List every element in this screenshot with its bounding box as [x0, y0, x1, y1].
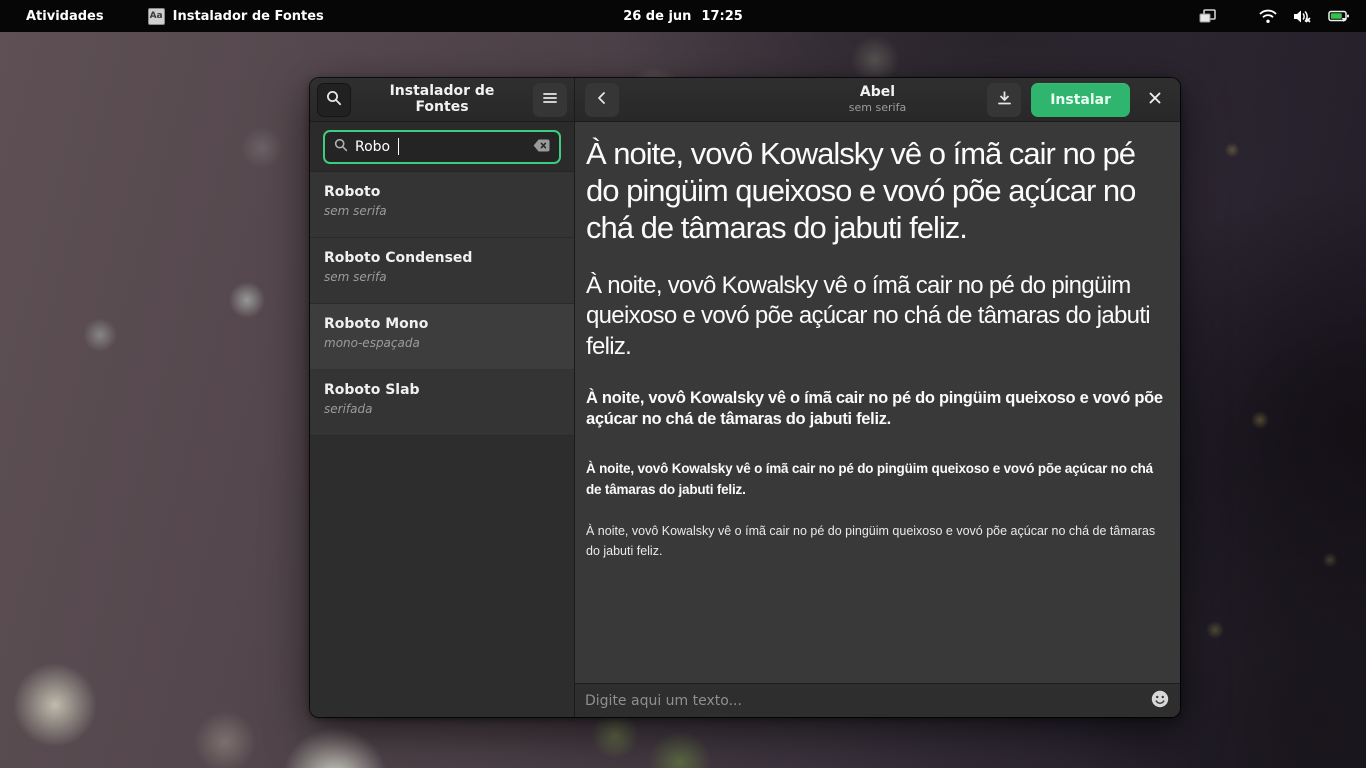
text-caret — [398, 138, 399, 155]
search-icon — [334, 137, 348, 156]
font-row[interactable]: Roboto Slab serifada — [310, 370, 574, 436]
clock-date: 26 de jun — [623, 9, 691, 24]
gnome-top-bar: Atividades Aa Instalador de Fontes 26 de… — [0, 0, 1366, 32]
font-preview-pane: Abel sem serifa Instalar — [575, 78, 1180, 717]
font-row[interactable]: Roboto Mono mono-espaçada — [310, 304, 574, 370]
sidebar-headerbar: Instalador de Fontes — [310, 78, 574, 122]
font-sample-area: À noite, vovô Kowalsky vê o ímã cair no … — [575, 122, 1180, 683]
font-row[interactable]: Roboto sem serifa — [310, 172, 574, 238]
search-toggle-button[interactable] — [317, 83, 351, 117]
back-button[interactable] — [585, 83, 619, 117]
font-installer-window: Instalador de Fontes — [310, 78, 1180, 717]
battery-charging-icon[interactable] — [1328, 9, 1350, 23]
font-title: Abel — [849, 85, 906, 100]
clear-backspace-icon[interactable] — [533, 137, 550, 156]
font-style: serifada — [324, 402, 574, 416]
sample-paragraph-xs: À noite, vovô Kowalsky vê o ímã cair no … — [586, 521, 1168, 562]
sample-paragraph-xl: À noite, vovô Kowalsky vê o ímã cair no … — [586, 135, 1168, 247]
emoji-picker-button[interactable] — [1150, 689, 1170, 712]
search-input-value: Robo — [355, 139, 390, 155]
font-name: Roboto Condensed — [324, 250, 574, 266]
font-style: sem serifa — [324, 270, 574, 284]
font-results-list: Roboto sem serifa Roboto Condensed sem s… — [310, 172, 574, 717]
install-button[interactable]: Instalar — [1031, 83, 1130, 117]
volume-muted-icon[interactable] — [1293, 9, 1312, 24]
font-name: Roboto Mono — [324, 316, 574, 332]
sidebar-title: Instalador de Fontes — [376, 84, 508, 115]
font-style: mono-espaçada — [324, 336, 574, 350]
font-name: Roboto Slab — [324, 382, 574, 398]
clock-button[interactable]: 26 de jun 17:25 — [623, 9, 743, 24]
preview-headerbar: Abel sem serifa Instalar — [575, 78, 1180, 122]
window-switcher-icon[interactable] — [1199, 8, 1217, 24]
font-style: sem serifa — [324, 204, 574, 218]
sample-paragraph-sm: À noite, vovô Kowalsky vê o ímã cair no … — [586, 459, 1168, 501]
font-subtitle: sem serifa — [849, 101, 906, 114]
download-button[interactable] — [987, 83, 1021, 117]
sidebar: Instalador de Fontes — [310, 78, 575, 717]
wifi-icon[interactable] — [1259, 9, 1277, 24]
primary-menu-button[interactable] — [533, 83, 567, 117]
emoji-smiley-icon — [1150, 689, 1170, 712]
close-window-button[interactable] — [1140, 85, 1170, 115]
chevron-left-icon — [595, 91, 609, 108]
focused-app-name: Instalador de Fontes — [173, 9, 324, 24]
font-name: Roboto — [324, 184, 574, 200]
sample-paragraph-lg: À noite, vovô Kowalsky vê o ímã cair no … — [586, 271, 1168, 362]
font-installer-app-icon: Aa — [148, 8, 165, 25]
custom-text-input[interactable] — [585, 693, 1142, 709]
clock-time: 17:25 — [701, 9, 742, 24]
hamburger-menu-icon — [542, 91, 558, 108]
font-row[interactable]: Roboto Condensed sem serifa — [310, 238, 574, 304]
custom-text-bar — [575, 683, 1180, 717]
close-icon — [1148, 91, 1162, 108]
search-icon — [326, 90, 342, 109]
download-icon — [997, 90, 1012, 109]
activities-button[interactable]: Atividades — [22, 7, 108, 26]
search-bar: Robo — [310, 122, 574, 172]
search-input[interactable]: Robo — [323, 130, 561, 164]
system-status-area[interactable] — [1199, 0, 1366, 32]
focused-app-menu[interactable]: Aa Instalador de Fontes — [148, 8, 324, 25]
sample-paragraph-md: À noite, vovô Kowalsky vê o ímã cair no … — [586, 388, 1168, 431]
